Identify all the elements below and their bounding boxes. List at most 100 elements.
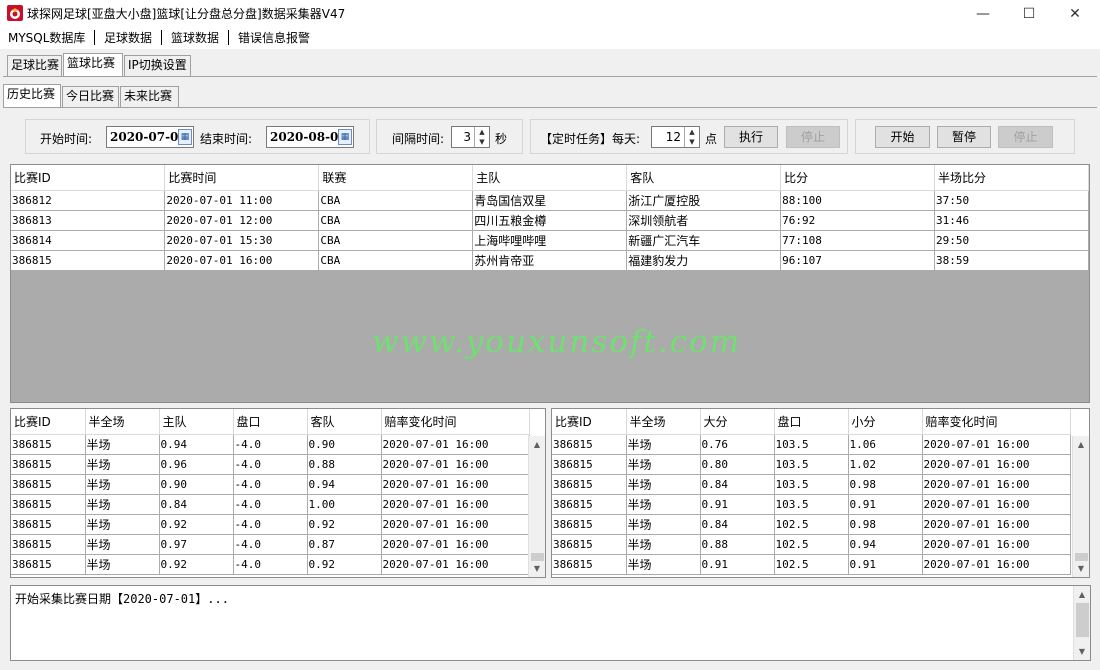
cell: 1.02 <box>848 454 923 475</box>
column-header[interactable]: 赔率变化时间 <box>381 409 530 435</box>
execute-button[interactable]: 执行 <box>724 126 778 148</box>
cell: CBA <box>318 230 474 251</box>
column-header[interactable]: 比赛ID <box>11 409 86 435</box>
schedule-hour-spinner[interactable]: 12 ▲ ▼ <box>651 126 700 148</box>
vertical-scrollbar[interactable]: ▲ ▼ <box>528 436 545 577</box>
table-row[interactable]: 386812 2020-07-01 11:00 CBA 青岛国信双星 浙江广厦控… <box>11 190 1089 211</box>
totals-odds-grid[interactable]: 比赛ID 半全场 大分 盘口 小分 赔率变化时间 386815 半场 0.76 103… <box>551 408 1090 578</box>
cell: -4.0 <box>233 454 308 475</box>
totals-odds-table: 比赛ID 半全场 大分 盘口 小分 赔率变化时间 386815 半场 0.76 103… <box>552 409 1071 575</box>
close-button[interactable]: ✕ <box>1052 0 1098 27</box>
cell: 2020-07-01 16:00 <box>922 434 1071 455</box>
column-header[interactable]: 盘口 <box>774 409 849 435</box>
tab-today[interactable]: 今日比赛 <box>62 86 119 107</box>
column-header[interactable]: 主队 <box>159 409 234 435</box>
tab-future[interactable]: 未来比赛 <box>120 86 179 107</box>
table-row[interactable]: 386815 半场 0.91 102.5 0.91 2020-07-01 16:00 <box>552 554 1071 575</box>
scroll-up-icon[interactable]: ▲ <box>1073 436 1089 453</box>
cell: 2020-07-01 16:00 <box>381 554 530 575</box>
pause-button[interactable]: 暂停 <box>937 126 991 148</box>
vertical-scrollbar[interactable]: ▲ ▼ <box>1073 586 1090 660</box>
cell: 386815 <box>11 494 86 515</box>
menu-error-alert[interactable]: 错误信息报警 <box>238 27 310 49</box>
column-header[interactable]: 比赛ID <box>552 409 627 435</box>
tab-ip-switch[interactable]: IP切换设置 <box>124 55 191 76</box>
cell: 0.94 <box>848 534 923 555</box>
cell: 2020-07-01 12:00 <box>164 210 320 231</box>
table-row[interactable]: 386815 半场 0.84 -4.0 1.00 2020-07-01 16:00 <box>11 494 530 515</box>
table-row[interactable]: 386815 半场 0.92 -4.0 0.92 2020-07-01 16:00 <box>11 554 530 575</box>
column-header[interactable]: 比赛时间 <box>164 165 320 191</box>
table-row[interactable]: 386815 半场 0.84 102.5 0.98 2020-07-01 16:00 <box>552 514 1071 535</box>
table-row[interactable]: 386815 半场 0.97 -4.0 0.87 2020-07-01 16:00 <box>11 534 530 555</box>
end-date-picker[interactable]: 2020-08-01 ▦ <box>266 126 354 148</box>
vertical-scrollbar[interactable]: ▲ ▼ <box>1072 436 1089 577</box>
calendar-icon[interactable]: ▦ <box>178 129 192 145</box>
cell: 0.92 <box>159 554 234 575</box>
column-header[interactable]: 盘口 <box>233 409 308 435</box>
scroll-down-icon[interactable]: ▼ <box>529 560 545 577</box>
stop-button[interactable]: 停止 <box>998 126 1053 148</box>
table-row[interactable]: 386815 半场 0.88 102.5 0.94 2020-07-01 16:00 <box>552 534 1071 555</box>
scroll-up-icon[interactable]: ▲ <box>529 436 545 453</box>
calendar-icon[interactable]: ▦ <box>338 129 352 145</box>
table-row[interactable]: 386815 半场 0.94 -4.0 0.90 2020-07-01 16:00 <box>11 434 530 455</box>
scroll-down-icon[interactable]: ▼ <box>1074 643 1090 660</box>
schedule-stop-button[interactable]: 停止 <box>786 126 840 148</box>
handicap-odds-grid[interactable]: 比赛ID 半全场 主队 盘口 客队 赔率变化时间 386815 半场 0.94 -4.… <box>10 408 546 578</box>
tab-basketball[interactable]: 篮球比赛 <box>63 53 123 76</box>
table-row[interactable]: 386813 2020-07-01 12:00 CBA 四川五粮金樽 深圳领航者… <box>11 210 1089 231</box>
menu-mysql[interactable]: MYSQL数据库 <box>8 27 85 49</box>
column-header[interactable]: 小分 <box>848 409 923 435</box>
cell: 半场 <box>626 434 701 455</box>
scroll-thumb[interactable] <box>1076 603 1089 637</box>
column-header[interactable]: 客队 <box>307 409 382 435</box>
scroll-up-icon[interactable]: ▲ <box>1074 586 1090 603</box>
spinner-arrows-icon[interactable]: ▲ ▼ <box>684 127 699 147</box>
minimize-button[interactable]: — <box>960 0 1006 27</box>
cell: 苏州肯帝亚 <box>472 250 628 271</box>
table-row[interactable]: 386815 半场 0.91 103.5 0.91 2020-07-01 16:00 <box>552 494 1071 515</box>
column-header[interactable]: 比赛ID <box>11 165 166 191</box>
column-header[interactable]: 半全场 <box>626 409 701 435</box>
column-header[interactable]: 比分 <box>780 165 936 191</box>
cell: 0.97 <box>159 534 234 555</box>
column-header[interactable]: 大分 <box>700 409 775 435</box>
table-row[interactable]: 386815 半场 0.96 -4.0 0.88 2020-07-01 16:00 <box>11 454 530 475</box>
cell: 0.96 <box>159 454 234 475</box>
cell: CBA <box>318 190 474 211</box>
log-textarea[interactable]: 开始采集比赛日期【2020-07-01】... ▲ ▼ <box>10 585 1091 661</box>
start-date-picker[interactable]: 2020-07-01 ▦ <box>106 126 194 148</box>
matches-grid[interactable]: 比赛ID 比赛时间 联赛 主队 客队 比分 半场比分 386812 2020-0… <box>10 164 1090 403</box>
table-row[interactable]: 386815 半场 0.90 -4.0 0.94 2020-07-01 16:00 <box>11 474 530 495</box>
table-row[interactable]: 386815 半场 0.84 103.5 0.98 2020-07-01 16:00 <box>552 474 1071 495</box>
cell: 2020-07-01 16:00 <box>381 454 530 475</box>
column-header[interactable]: 赔率变化时间 <box>922 409 1071 435</box>
tab-football[interactable]: 足球比赛 <box>7 55 62 76</box>
cell: -4.0 <box>233 494 308 515</box>
column-header[interactable]: 联赛 <box>318 165 474 191</box>
table-row[interactable]: 386814 2020-07-01 15:30 CBA 上海哔哩哔哩 新疆广汇汽… <box>11 230 1089 251</box>
column-header[interactable]: 客队 <box>626 165 782 191</box>
cell: 2020-07-01 16:00 <box>922 534 1071 555</box>
schedule-hour-value: 12 <box>665 130 681 144</box>
spinner-arrows-icon[interactable]: ▲ ▼ <box>474 127 489 147</box>
column-header[interactable]: 半全场 <box>85 409 160 435</box>
scroll-down-icon[interactable]: ▼ <box>1073 560 1089 577</box>
start-button[interactable]: 开始 <box>875 126 930 148</box>
interval-spinner[interactable]: 3 ▲ ▼ <box>451 126 490 148</box>
table-row[interactable]: 386815 半场 0.92 -4.0 0.92 2020-07-01 16:00 <box>11 514 530 535</box>
menu-football-data[interactable]: 足球数据 <box>104 27 152 49</box>
column-header[interactable]: 半场比分 <box>934 165 1089 191</box>
maximize-button[interactable]: ☐ <box>1006 0 1052 27</box>
table-row[interactable]: 386815 半场 0.76 103.5 1.06 2020-07-01 16:00 <box>552 434 1071 455</box>
cell: 38:59 <box>934 250 1089 271</box>
table-row[interactable]: 386815 2020-07-01 16:00 CBA 苏州肯帝亚 福建豹发力 … <box>11 250 1089 271</box>
tab-history[interactable]: 历史比赛 <box>3 84 61 107</box>
cell: 半场 <box>626 554 701 575</box>
table-row[interactable]: 386815 半场 0.80 103.5 1.02 2020-07-01 16:00 <box>552 454 1071 475</box>
cell: 青岛国信双星 <box>472 190 628 211</box>
column-header[interactable]: 主队 <box>472 165 628 191</box>
cell: 88:100 <box>780 190 936 211</box>
menu-basketball-data[interactable]: 篮球数据 <box>171 27 219 49</box>
